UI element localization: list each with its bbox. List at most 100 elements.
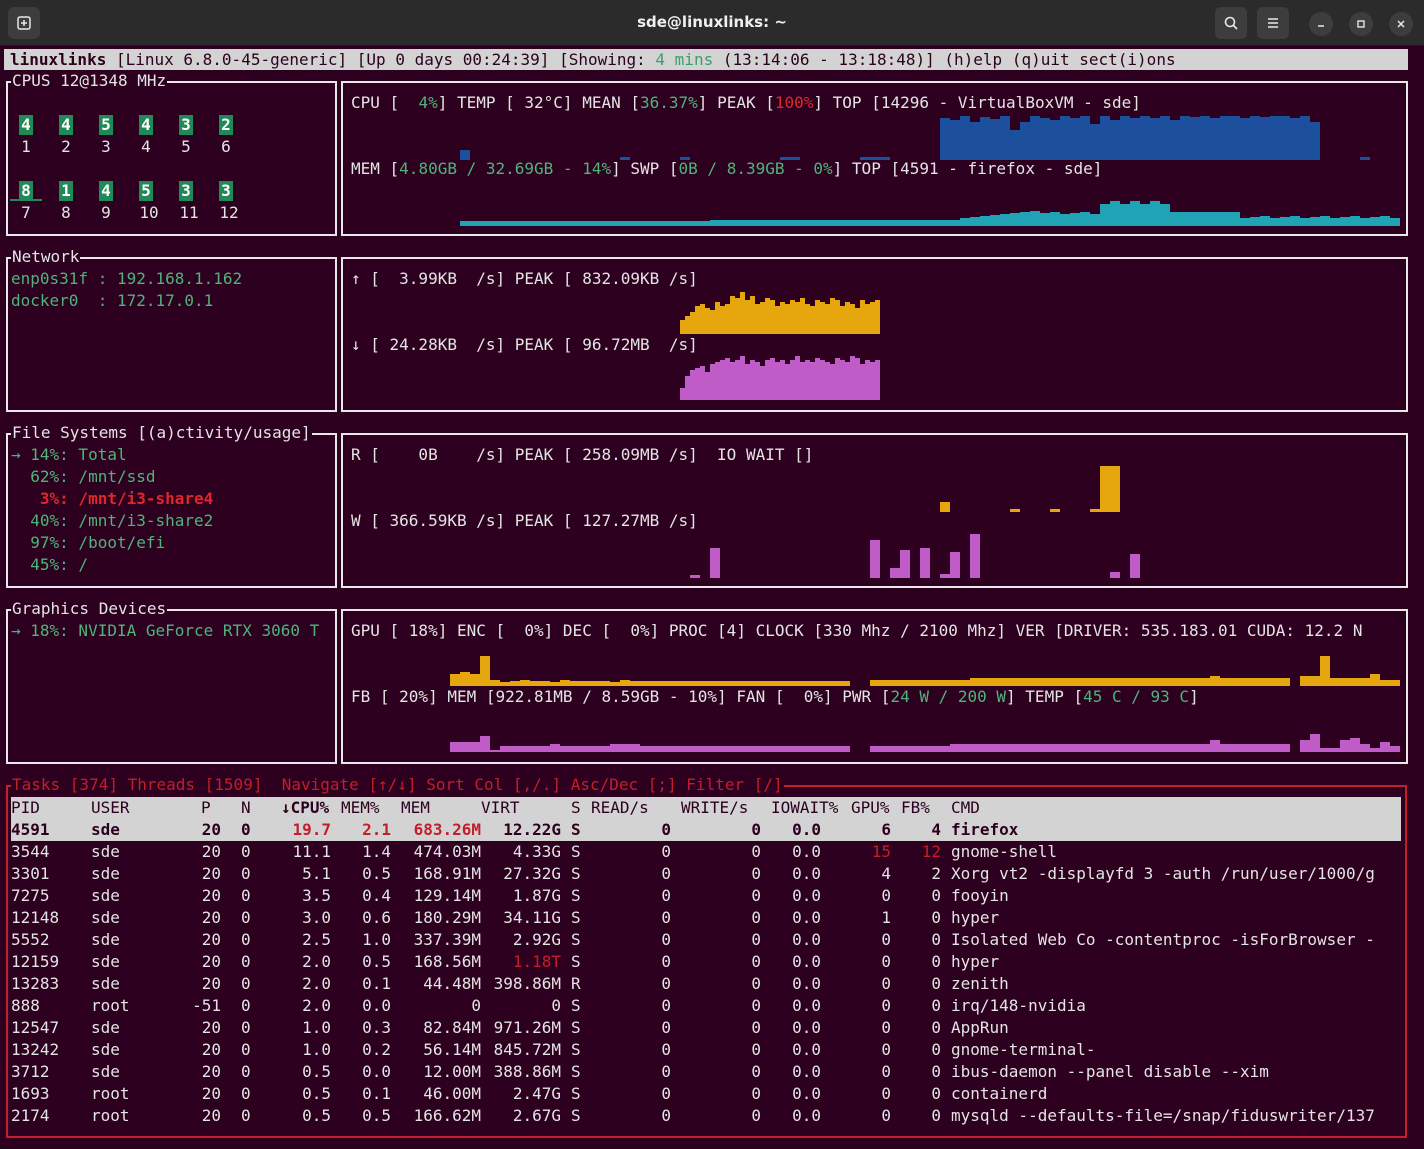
graph-bar [1380,680,1390,686]
graph-bar [710,310,715,334]
graph-bar [820,681,830,686]
graph-bar [1110,120,1120,160]
table-row[interactable]: 3712 sde 20 0 0.5 0.0 12.00M 388.86M S 0 0 0.0 0 0 ibu… [11,1061,1401,1083]
filesystem-item[interactable]: 40%: /mnt/i3-share2 [11,511,213,531]
minimize-button[interactable] [1309,12,1333,36]
column-header[interactable]: S [571,798,581,818]
network-up-graph [680,292,880,334]
graph-bar [765,298,770,334]
table-cell: 2.0 [302,952,331,971]
table-row[interactable]: 3301 sde 20 0 5.1 0.5 168.91M 27.32G S 0 0 0.0 4 2 Xor… [11,863,1401,885]
graph-bar [1270,116,1280,160]
graph-bar [680,320,685,334]
cpu-core-usage: 4 [59,115,73,135]
search-button[interactable] [1215,7,1247,39]
graph-bar [940,574,950,578]
graph-bar [520,680,530,686]
table-cell: sde [91,930,120,949]
table-cell: 3.5 [302,886,331,905]
table-row[interactable]: 12148 sde 20 0 3.0 0.6 180.29M 34.11G S 0 0 0.0 1 0 hy… [11,907,1401,929]
table-cell: 0.0 [792,842,821,861]
graph-bar [1210,740,1220,752]
column-header[interactable]: ↓CPU% [281,798,329,818]
graph-bar [840,681,850,686]
menu-button[interactable] [1257,7,1289,39]
column-header[interactable]: CMD [951,798,980,818]
graph-bar [810,220,820,226]
table-cell: 20 [201,842,221,861]
graph-bar [860,220,870,226]
mem-usage-graph [460,201,1400,226]
column-header[interactable]: GPU% [851,798,890,818]
table-row[interactable]: 2174 root 20 0 0.5 0.5 166.62M 2.67G S 0 0 0.0 0 0 mys… [11,1105,1401,1127]
column-header[interactable]: PID [11,798,40,818]
column-header[interactable]: READ/s [591,798,649,818]
graph-bar [940,220,950,226]
graph-bar [1000,116,1010,160]
graph-bar [1100,466,1120,512]
graph-bar [960,218,970,226]
graph-bar [1010,678,1020,686]
table-row[interactable]: 12547 sde 20 0 1.0 0.3 82.84M 971.26M S 0 0 0.0 0 0 Ap… [11,1017,1401,1039]
table-row[interactable]: 3544 sde 20 0 11.1 1.4 474.03M 4.33G S 0 0 0.0 15 12 g… [11,841,1401,863]
gpu-device[interactable]: → 18%: NVIDIA GeForce RTX 3060 T [11,621,331,641]
close-button[interactable] [1389,12,1413,36]
graph-bar [1260,117,1270,160]
graph-bar [1160,744,1170,752]
filesystem-item[interactable]: 45%: / [11,555,88,575]
table-cell: 129.14M [413,886,481,905]
column-header[interactable]: MEM [401,798,430,818]
column-header[interactable]: USER [91,798,130,818]
graph-bar [580,221,590,226]
table-cell: 0 [241,820,251,839]
table-row[interactable]: 7275 sde 20 0 3.5 0.4 129.14M 1.87G S 0 0 0.0 0 0 fooy… [11,885,1401,907]
column-header[interactable]: MEM% [341,798,380,818]
graph-bar [1210,118,1220,160]
column-header[interactable]: P [201,798,211,818]
table-cell: 888 [11,996,40,1015]
graph-bar [560,680,570,686]
graph-bar [970,744,980,752]
column-header[interactable]: VIRT [481,798,520,818]
table-row[interactable]: 4591 sde 20 0 19.7 2.1 683.26M 12.22G S 0 0 0.0 6 4 fi… [11,819,1401,841]
filesystem-item[interactable]: 97%: /boot/efi [11,533,165,553]
graph-bar [840,746,850,752]
graph-bar [1020,212,1030,226]
graph-bar [860,364,865,400]
table-row[interactable]: 5552 sde 20 0 2.5 1.0 337.39M 2.92G S 0 0 0.0 0 0 Isol… [11,929,1401,951]
graph-bar [990,678,1000,686]
table-cell: 0 [751,1040,761,1059]
table-row[interactable]: 1693 root 20 0 0.5 0.1 46.00M 2.47G S 0 0 0.0 0 0 cont… [11,1083,1401,1105]
column-header[interactable]: FB% [901,798,930,818]
graph-bar [460,742,470,752]
maximize-button[interactable] [1349,12,1373,36]
graph-bar [1150,678,1160,686]
table-row[interactable]: 888 root -51 0 2.0 0.0 0 0 S 0 0 0.0 0 0 irq/148-nvidi… [11,995,1401,1017]
table-cell: sde [91,1062,120,1081]
filesystem-item[interactable]: 62%: /mnt/ssd [11,467,155,487]
table-row[interactable]: 12159 sde 20 0 2.0 0.5 168.56M 1.18T S 0 0 0.0 0 0 hyp… [11,951,1401,973]
filesystem-item[interactable]: → 14%: Total [11,445,127,465]
table-row[interactable]: 13242 sde 20 0 1.0 0.2 56.14M 845.72M S 0 0 0.0 0 0 gn… [11,1039,1401,1061]
graph-bar [875,360,880,400]
graph-bar [950,120,960,160]
graph-bar [690,370,695,400]
graph-bar [1070,678,1080,686]
table-cell: 0 [881,1106,891,1125]
table-row[interactable]: 13283 sde 20 0 2.0 0.1 44.48M 398.86M R 0 0 0.0 0 0 ze… [11,973,1401,995]
graph-bar [630,681,640,686]
filesystem-item[interactable]: 3%: /mnt/i3-share4 [11,489,213,509]
column-header[interactable]: WRITE/s [681,798,748,818]
table-cell: 0.0 [792,820,821,839]
graph-bar [1250,116,1260,160]
graph-bar [700,221,710,226]
graph-bar [790,746,800,752]
graph-bar [1280,116,1290,160]
graph-bar [835,300,840,334]
column-header[interactable]: N [241,798,251,818]
table-cell: 0 [241,974,251,993]
cpu-core-usage: 5 [139,181,153,201]
column-header[interactable]: IOWAIT% [771,798,838,818]
mem-top-process: ] TOP [4591 - firefox - sde] [832,159,1103,178]
graph-bar [850,220,860,226]
